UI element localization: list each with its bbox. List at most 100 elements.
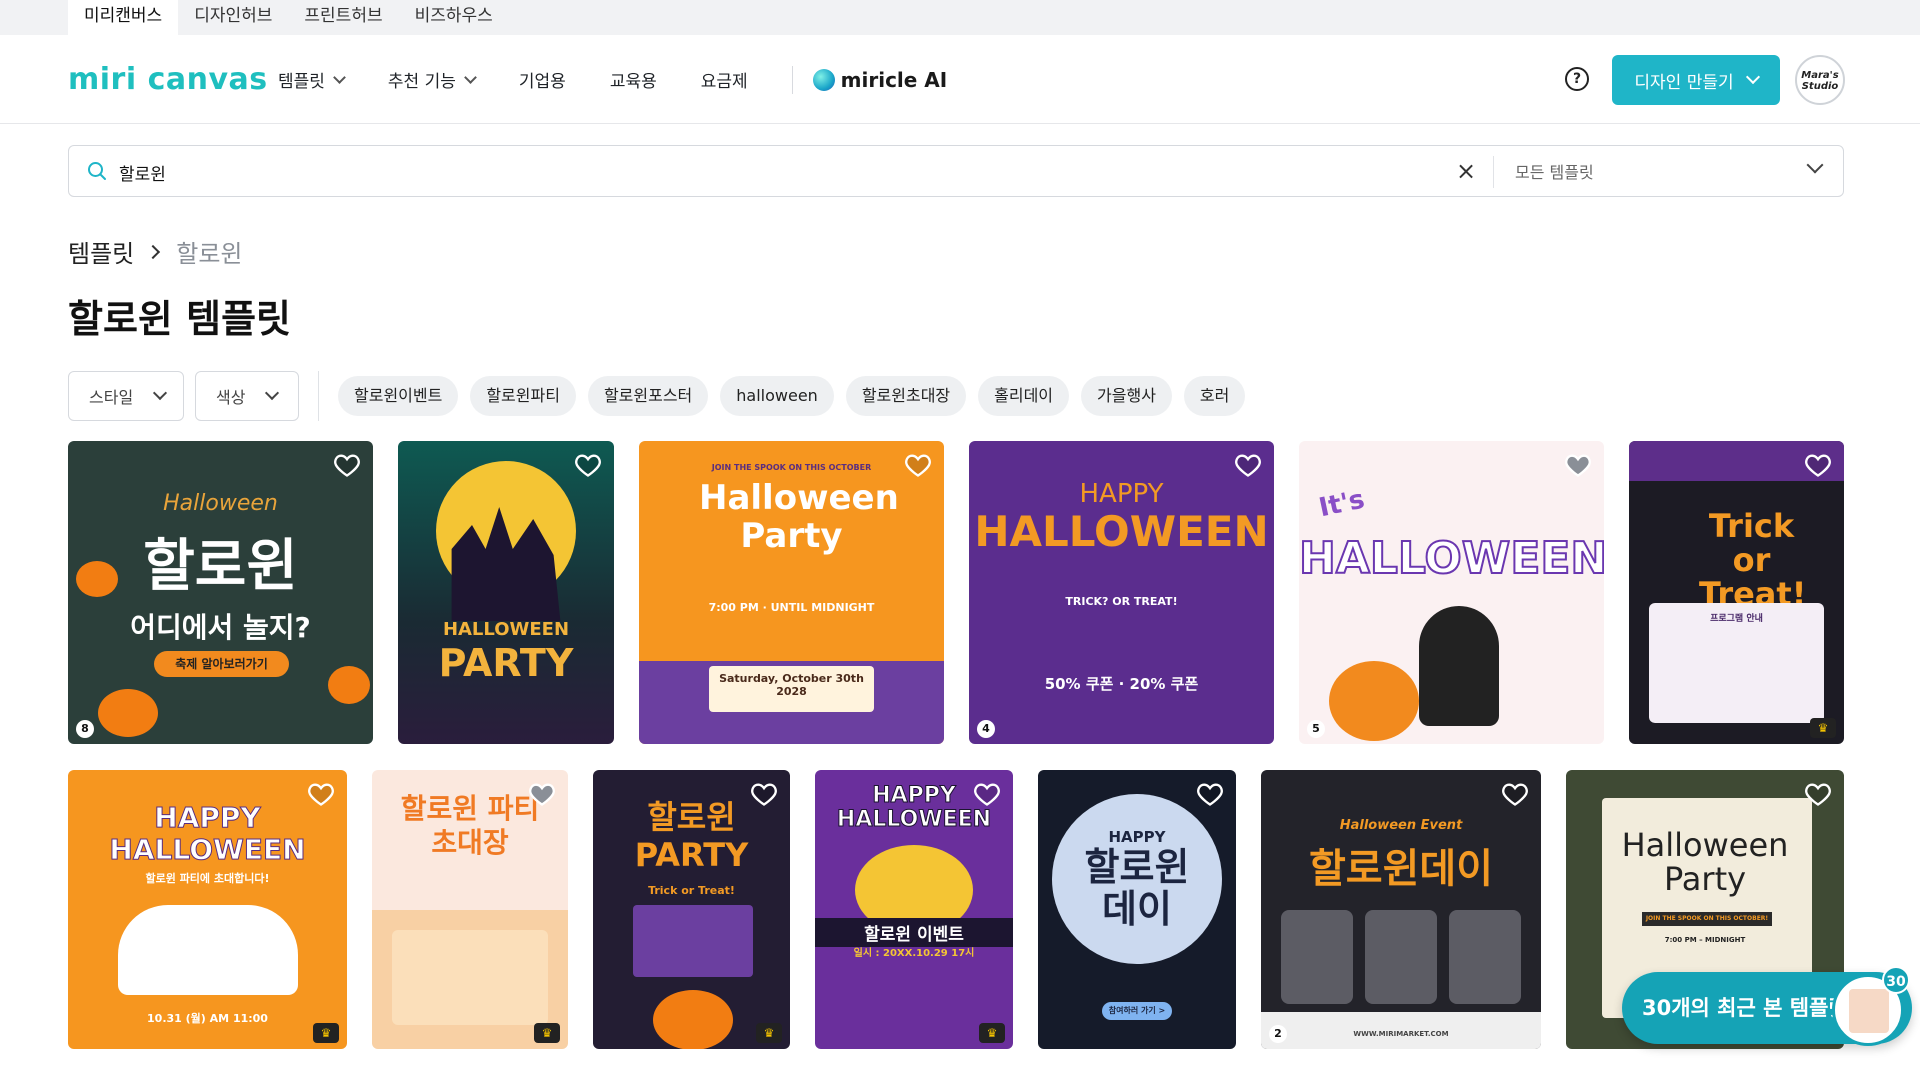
template-card[interactable]: 할로윈 파티 초대장 ♛ — [372, 770, 568, 1049]
breadcrumb-templates[interactable]: 템플릿 — [68, 234, 134, 269]
chevron-down-icon — [1745, 69, 1760, 85]
card-subtitle: JOIN THE SPOOK ON THIS OCTOBER! — [1642, 912, 1772, 926]
card-script-text: Halloween — [163, 491, 278, 516]
card-cta: 참여하러 가기 > — [1102, 1002, 1172, 1020]
card-program: 프로그램 안내 — [1649, 603, 1824, 723]
pumpkin-icon — [653, 990, 733, 1049]
nav-templates[interactable]: 템플릿 — [278, 67, 346, 92]
favorite-heart-icon[interactable] — [973, 780, 1001, 808]
nav-business[interactable]: 기업용 — [519, 67, 566, 92]
template-card[interactable]: HALLOWEEN PARTY — [398, 441, 614, 744]
breadcrumb: 템플릿 할로윈 — [68, 234, 243, 269]
template-card[interactable]: Halloween Event 할로윈데이 WWW.MIRIMARKET.COM… — [1261, 770, 1541, 1049]
breadcrumb-current: 할로윈 — [176, 240, 243, 268]
color-filter[interactable]: 색상 — [195, 371, 299, 421]
template-card[interactable]: 할로윈 PARTY Trick or Treat! ♛ — [593, 770, 790, 1049]
tab-designhub[interactable]: 디자인허브 — [178, 0, 288, 35]
favorite-heart-icon[interactable] — [1804, 451, 1832, 479]
card-subtitle: 어디에서 놀지? — [130, 611, 311, 644]
card-title: PARTY — [438, 641, 574, 685]
page-count-badge: 5 — [1307, 720, 1325, 738]
template-card[interactable]: HAPPY HALLOWEEN 할로윈 파티에 초대합니다! 10.31 (월)… — [68, 770, 347, 1049]
nav-recommended[interactable]: 추천 기능 — [387, 67, 477, 92]
filter-divider — [318, 371, 319, 421]
favorite-heart-icon[interactable] — [307, 780, 335, 808]
card-cta: 축제 알아보러가기 — [154, 651, 289, 677]
clear-search-icon[interactable]: × — [1456, 159, 1476, 183]
nav-templates-label: 템플릿 — [278, 72, 325, 92]
chip-halloween-party[interactable]: 할로윈파티 — [470, 376, 576, 416]
premium-crown-icon: ♛ — [1810, 718, 1836, 738]
template-card[interactable]: HAPPY HALLOWEEN 할로윈 이벤트 일시 : 20XX.10.29 … — [815, 770, 1013, 1049]
search-divider — [1493, 156, 1494, 188]
chip-holiday[interactable]: 홀리데이 — [978, 376, 1070, 416]
card-date: 10.31 (월) AM 11:00 — [147, 1012, 268, 1025]
card-time: 7:00 PM – MIDNIGHT — [1664, 936, 1746, 944]
favorite-heart-icon[interactable] — [1234, 451, 1262, 479]
pumpkin-icon — [328, 666, 370, 704]
miricle-ai-label: miricle AI — [840, 67, 948, 92]
chip-halloween-invitation[interactable]: 할로윈초대장 — [845, 376, 967, 416]
card-date: Saturday, October 30th 2028 — [709, 666, 874, 712]
template-card[interactable]: It's HALLOWEEN 5 — [1299, 441, 1604, 744]
card-script-text: JOIN THE SPOOK ON THIS OCTOBER — [711, 463, 872, 472]
service-switcher: 미리캔버스 디자인허브 프린트허브 비즈하우스 — [0, 0, 1920, 35]
style-filter-label: 스타일 — [89, 388, 134, 407]
nav-pricing[interactable]: 요금제 — [701, 67, 748, 92]
chip-autumn-event[interactable]: 가을행사 — [1081, 376, 1172, 416]
template-card[interactable]: Halloween 할로윈 어디에서 놀지? 축제 알아보러가기 8 — [68, 441, 373, 744]
favorite-heart-icon[interactable] — [1804, 780, 1832, 808]
favorite-heart-icon[interactable] — [333, 451, 361, 479]
tab-miricanvas[interactable]: 미리캔버스 — [68, 0, 179, 35]
card-date: 일시 : 20XX.10.29 17시 — [853, 948, 975, 959]
favorite-heart-icon[interactable] — [528, 780, 556, 808]
template-card[interactable]: JOIN THE SPOOK ON THIS OCTOBER Halloween… — [639, 441, 944, 744]
nav-recommended-label: 추천 기능 — [387, 72, 456, 92]
chip-horror[interactable]: 호러 — [1183, 376, 1246, 416]
chevron-down-icon — [265, 385, 280, 401]
card-subtitle: Trick or Treat! — [648, 884, 735, 897]
event-panel — [1281, 910, 1353, 1004]
template-card[interactable]: Trick or Treat! 프로그램 안내 ♛ — [1629, 441, 1844, 744]
tab-printhub[interactable]: 프린트허브 — [288, 0, 398, 35]
search-input[interactable] — [119, 158, 1499, 186]
avatar[interactable]: Mara's Studio — [1795, 55, 1845, 105]
favorite-heart-icon[interactable] — [574, 451, 602, 479]
miricanvas-logo[interactable]: miri canvas — [68, 62, 268, 97]
create-design-label: 디자인 만들기 — [1634, 72, 1734, 93]
search-icon — [88, 162, 106, 180]
tab-bizhouse[interactable]: 비즈하우스 — [399, 0, 509, 35]
card-title: HALLOWEEN — [1299, 532, 1604, 585]
chip-halloween-event[interactable]: 할로윈이벤트 — [338, 376, 459, 416]
create-design-button[interactable]: 디자인 만들기 — [1612, 55, 1780, 105]
card-title: HALLOWEEN — [974, 507, 1269, 556]
chevron-down-icon — [464, 70, 477, 84]
style-filter[interactable]: 스타일 — [68, 371, 184, 421]
favorite-heart-icon[interactable] — [1564, 451, 1592, 479]
card-title: 할로윈데이 — [1309, 846, 1493, 892]
chip-halloween-en[interactable]: halloween — [720, 376, 834, 416]
card-script-text: Halloween Event — [1339, 818, 1463, 833]
card-title: 할로윈 데이 — [1084, 845, 1190, 931]
card-script-text: It's — [1316, 484, 1368, 524]
card-subtitle: TRICK? OR TREAT! — [1065, 595, 1178, 608]
search-scope-select[interactable]: 모든 템플릿 — [1515, 159, 1594, 183]
favorite-heart-icon[interactable] — [1501, 780, 1529, 808]
template-card[interactable]: HAPPY HALLOWEEN TRICK? OR TREAT! 50% 쿠폰 … — [969, 441, 1274, 744]
favorite-heart-icon[interactable] — [1196, 780, 1224, 808]
nav-education[interactable]: 교육용 — [610, 67, 657, 92]
pumpkin-icon — [76, 561, 118, 597]
template-card[interactable]: HAPPY 할로윈 데이 참여하러 가기 > — [1038, 770, 1236, 1049]
ghost-shape — [118, 905, 298, 995]
help-icon[interactable]: ? — [1565, 67, 1589, 91]
card-subtitle: 할로윈 파티에 초대합니다! — [145, 872, 270, 885]
favorite-heart-icon[interactable] — [750, 780, 778, 808]
main-header: miri canvas 템플릿 추천 기능 기업용 교육용 요금제 miricl… — [0, 35, 1920, 124]
event-panel — [1449, 910, 1521, 1004]
miricle-ai-link[interactable]: miricle AI — [812, 67, 948, 92]
chevron-down-icon[interactable] — [1806, 156, 1824, 174]
favorite-heart-icon[interactable] — [904, 451, 932, 479]
chevron-down-icon — [153, 385, 168, 401]
chip-halloween-poster[interactable]: 할로윈포스터 — [587, 376, 709, 416]
premium-crown-icon: ♛ — [756, 1023, 782, 1043]
